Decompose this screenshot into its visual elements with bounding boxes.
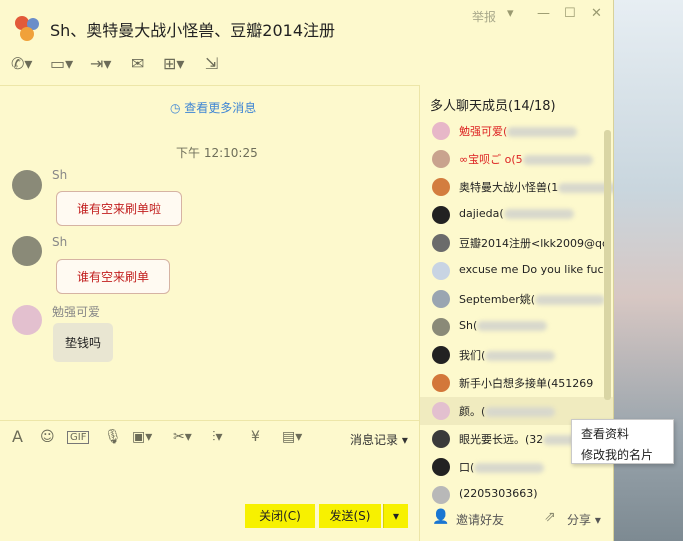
member-list-scrollbar[interactable]: [604, 130, 611, 400]
view-more-messages-label: 查看更多消息: [184, 101, 257, 115]
member-name: (2205303663): [459, 487, 538, 500]
message-area[interactable]: ◷ 查看更多消息 下午 12:10:25 Sh 谁有空来刷单啦 Sh 谁有空来刷…: [0, 85, 419, 421]
message-bubble: 谁有空来刷单: [56, 259, 171, 294]
member-item[interactable]: dajieda(: [420, 201, 613, 229]
avatar: [432, 262, 450, 280]
message-bubble: 垫钱吗: [53, 323, 114, 362]
avatar: [432, 374, 450, 392]
emoji-icon[interactable]: ☺: [40, 429, 55, 445]
message-bubble: 谁有空来刷单啦: [56, 191, 183, 226]
skin-icon[interactable]: ▾: [507, 6, 514, 21]
avatar: [432, 290, 450, 308]
member-item[interactable]: 我们(: [420, 341, 613, 369]
member-list-header: 多人聊天成员(14/18): [430, 99, 556, 114]
avatar: [432, 402, 450, 420]
group-avatar-icon: [15, 16, 39, 41]
member-name: 勉强可爱(: [459, 123, 578, 139]
member-item[interactable]: 勉强可爱(: [420, 117, 613, 145]
member-name: ∞宝呗ご o(5: [459, 151, 593, 167]
member-name: 奥特曼大战小怪兽(1: [459, 179, 613, 195]
member-item[interactable]: September姚(: [420, 285, 613, 313]
phone-icon[interactable]: ✆▾: [11, 54, 41, 76]
member-name: 颜。(: [459, 403, 556, 419]
top-toolbar: ✆▾ ▭▾ ⇥▾ ✉ ⊞▾ ⇲: [0, 50, 300, 80]
menu-item-view-profile[interactable]: 查看资料: [581, 425, 629, 442]
mail-icon[interactable]: ✉: [131, 54, 161, 76]
red-packet-icon[interactable]: ¥: [251, 429, 260, 445]
message-sender: Sh: [52, 235, 68, 249]
report-button[interactable]: 举报: [472, 8, 496, 25]
member-name: excuse me Do you like fuck: [459, 263, 610, 276]
qq-penguin-avatar: [432, 346, 450, 364]
avatar[interactable]: [12, 236, 42, 266]
qq-penguin-avatar: [432, 206, 450, 224]
member-name: 我们(: [459, 347, 556, 363]
avatar: [432, 234, 450, 252]
invite-friend-button[interactable]: 邀请好友: [456, 511, 504, 528]
message-history-button[interactable]: 消息记录 ▾: [350, 431, 408, 448]
context-menu: 查看资料 修改我的名片: [571, 419, 674, 464]
avatar[interactable]: [12, 170, 42, 200]
member-name: 豆瓣2014注册<lkk2009@qq: [459, 237, 609, 250]
avatar: [432, 150, 450, 168]
title-bar: Sh、奥特曼大战小怪兽、豆瓣2014注册 举报 ▾ — ☐ ✕: [0, 0, 613, 46]
message-sender: 勉强可爱: [52, 305, 101, 319]
window-title: Sh、奥特曼大战小怪兽、豆瓣2014注册: [50, 21, 336, 40]
member-item[interactable]: (2205303663): [420, 481, 613, 505]
avatar: [432, 122, 450, 140]
more-tools-icon[interactable]: ▤▾: [282, 429, 302, 445]
voice-icon[interactable]: 🎙: [104, 429, 122, 445]
message-sender: Sh: [52, 168, 68, 182]
avatar: [432, 430, 450, 448]
close-icon[interactable]: ✕: [591, 6, 602, 21]
qq-penguin-avatar: [432, 458, 450, 476]
send-button[interactable]: 发送(S): [319, 504, 381, 528]
chat-window: Sh、奥特曼大战小怪兽、豆瓣2014注册 举报 ▾ — ☐ ✕ ✆▾ ▭▾ ⇥▾…: [0, 0, 614, 541]
member-item[interactable]: ∞宝呗ご o(5: [420, 145, 613, 173]
avatar: [432, 486, 450, 504]
invite-friend-icon[interactable]: 👤: [432, 509, 449, 525]
member-item[interactable]: 豆瓣2014注册<lkk2009@qq: [420, 229, 613, 257]
member-name: Sh(: [459, 319, 548, 332]
shake-icon[interactable]: ⫶▾: [212, 429, 223, 445]
maximize-icon[interactable]: ☐: [564, 6, 576, 21]
member-name: dajieda(: [459, 207, 574, 220]
input-toolbar: A ☺ GIF 🎙 ▣▾ ✂▾ ⫶▾ ¥ ▤▾ 消息记录 ▾: [0, 420, 419, 453]
avatar: [432, 178, 450, 196]
image-icon[interactable]: ▣▾: [132, 429, 152, 445]
member-item[interactable]: 新手小白想多接单(451269: [420, 369, 613, 397]
font-icon[interactable]: A: [12, 427, 23, 446]
avatar: [432, 318, 450, 336]
gif-icon[interactable]: GIF: [67, 431, 90, 444]
member-name: 口(: [459, 459, 545, 475]
member-item[interactable]: Sh(: [420, 313, 613, 341]
member-name: September姚(: [459, 291, 606, 307]
member-item[interactable]: 奥特曼大战小怪兽(1: [420, 173, 613, 201]
exit-group-icon[interactable]: ⇲: [205, 54, 235, 76]
share-icon[interactable]: ⇗: [544, 509, 556, 525]
message-timestamp: 下午 12:10:25: [176, 146, 258, 160]
share-label: 分享: [567, 513, 592, 527]
close-chat-button[interactable]: 关闭(C): [245, 504, 315, 528]
screen-share-icon[interactable]: ▭▾: [50, 54, 80, 76]
member-name: 新手小白想多接单(451269: [459, 377, 594, 390]
view-more-messages-link[interactable]: ◷ 查看更多消息: [170, 99, 256, 116]
screenshot-icon[interactable]: ✂▾: [173, 429, 192, 445]
member-panel-footer: 👤 邀请好友 ⇗ 分享 ▾: [420, 505, 613, 533]
member-item[interactable]: excuse me Do you like fuck: [420, 257, 613, 285]
send-options-dropdown[interactable]: ▾: [383, 504, 408, 528]
message-history-label: 消息记录: [350, 433, 399, 447]
avatar[interactable]: [12, 305, 42, 335]
minimize-icon[interactable]: —: [537, 6, 550, 21]
file-transfer-icon[interactable]: ⇥▾: [90, 54, 120, 76]
menu-item-edit-card[interactable]: 修改我的名片: [581, 446, 653, 463]
share-button[interactable]: 分享 ▾: [567, 511, 601, 528]
app-add-icon[interactable]: ⊞▾: [163, 54, 193, 76]
